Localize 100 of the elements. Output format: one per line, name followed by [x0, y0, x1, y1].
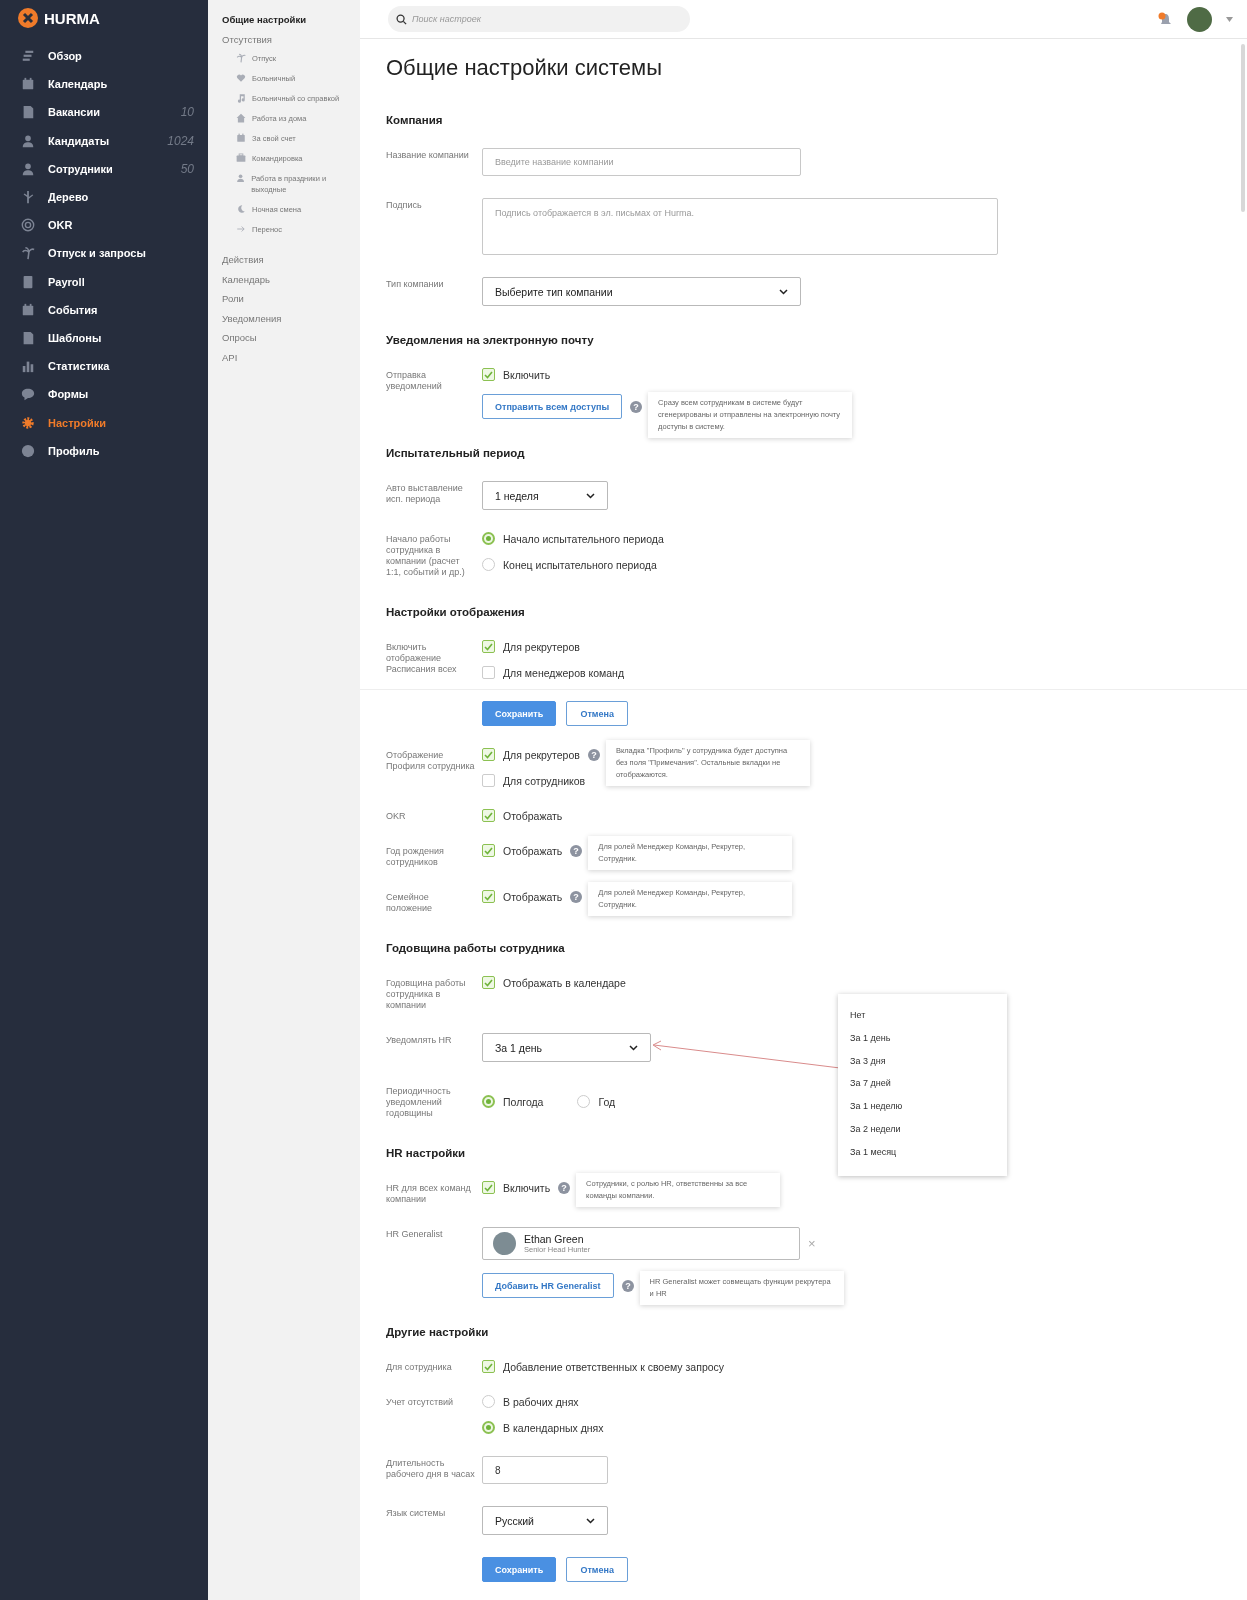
nav-item[interactable]: Отпуск и запросы	[0, 239, 208, 268]
settings-nav-item[interactable]: Уведомления	[222, 308, 354, 328]
count-label: 50	[180, 161, 194, 176]
checkbox-label[interactable]: Отображать	[503, 809, 563, 822]
section-title: Годовщина работы сотрудника	[386, 942, 565, 954]
settings-nav-item[interactable]: Отсутствия	[222, 29, 354, 49]
avatar	[493, 1232, 516, 1255]
field-label: Семейное положение	[386, 892, 432, 913]
chevron-down-icon	[629, 1044, 638, 1051]
checkbox-label[interactable]: Включить	[503, 368, 551, 381]
menu-item[interactable]: За 3 дня	[838, 1049, 1007, 1073]
nav-item[interactable]: Обзор	[0, 42, 208, 71]
button[interactable]: Отмена	[566, 1557, 629, 1582]
radio-label[interactable]: В календарных днях	[503, 1421, 604, 1434]
button[interactable]: Добавить HR Generalist	[482, 1273, 614, 1298]
settings-nav-item[interactable]: Календарь	[222, 269, 354, 289]
section-title: Настройки отображения	[386, 606, 525, 618]
speech-bubble-icon	[21, 387, 35, 402]
checkbox[interactable]	[482, 748, 495, 761]
radio-label[interactable]: Год	[598, 1095, 616, 1108]
dropdown[interactable]: За 1 день	[482, 1033, 651, 1062]
checkbox[interactable]	[482, 890, 495, 903]
radio-button[interactable]	[577, 1095, 591, 1108]
menu-item[interactable]: За 2 недели	[838, 1118, 1007, 1141]
checkbox[interactable]	[482, 1181, 495, 1194]
checkbox[interactable]	[482, 368, 495, 381]
nav-item[interactable]: События	[0, 295, 208, 324]
bell-icon[interactable]	[1157, 11, 1173, 27]
radio-button[interactable]	[482, 532, 495, 545]
menu-item[interactable]: За 7 дней	[838, 1072, 1007, 1096]
nav-item[interactable]: Дерево	[0, 182, 208, 212]
settings-nav-item[interactable]: Роли	[222, 289, 354, 309]
checkbox[interactable]	[482, 1360, 495, 1373]
nav-item[interactable]: Формы	[0, 380, 208, 409]
menu-item[interactable]: За 1 месяц	[838, 1140, 1007, 1164]
field-label: Отправка уведомлений	[386, 370, 442, 391]
button[interactable]: Отправить всем доступы	[482, 394, 623, 419]
palm-tree-icon	[21, 246, 35, 261]
nav-item[interactable]: Сотрудники 50	[0, 154, 208, 183]
heart-icon	[236, 73, 246, 83]
radio-button[interactable]	[482, 1395, 495, 1408]
radio-button[interactable]	[482, 1095, 495, 1108]
nav-item[interactable]: Настройки	[0, 408, 208, 437]
field-label: Уведомлять HR	[386, 1035, 452, 1045]
checkbox-label[interactable]: Отображать	[503, 890, 563, 903]
checkbox-label[interactable]: Для менеджеров команд	[503, 666, 624, 679]
checkbox[interactable]	[482, 844, 495, 857]
settings-nav-item[interactable]: Общие настройки	[222, 10, 354, 30]
radio-button[interactable]	[482, 558, 495, 571]
settings-nav-item[interactable]: Действия	[222, 250, 354, 270]
checkbox[interactable]	[482, 640, 495, 653]
menu-item[interactable]: Нет	[838, 1004, 1007, 1027]
menu-item[interactable]: За 1 неделю	[838, 1095, 1007, 1118]
nav-item[interactable]: OKR	[0, 211, 208, 240]
checkbox[interactable]	[482, 976, 495, 989]
dropdown[interactable]: 1 неделя	[482, 481, 608, 510]
radio-label[interactable]: Конец испытательного периода	[503, 558, 657, 571]
checkbox-label[interactable]: Для рекрутеров	[503, 640, 580, 653]
nav-item[interactable]: Вакансии 10	[0, 98, 208, 127]
checkbox-label[interactable]: Отображать в календаре	[503, 976, 626, 989]
radio-label[interactable]: В рабочих днях	[503, 1395, 579, 1408]
radio-label[interactable]: Начало испытательного периода	[503, 532, 664, 545]
settings-nav-item[interactable]: Опросы	[222, 328, 354, 348]
brand-name: HURMA	[44, 9, 100, 27]
field-label: Начало работы сотрудника в компании (расчет 1:1, событий и др.)	[386, 534, 465, 577]
nav-item[interactable]: Статистика	[0, 352, 208, 381]
field-label: Для сотрудника	[386, 1362, 452, 1372]
text-field[interactable]: 8	[482, 1456, 608, 1484]
scrollbar[interactable]	[1241, 44, 1245, 212]
person-icon	[21, 133, 35, 148]
caret-icon[interactable]	[1226, 16, 1233, 22]
nav-item[interactable]: Кандидаты 1024	[0, 126, 208, 155]
nav-item[interactable]: Профиль	[0, 436, 208, 465]
nav-item[interactable]: Календарь	[0, 70, 208, 99]
document-icon	[21, 105, 35, 120]
section-title: Другие настройки	[386, 1326, 489, 1338]
settings-nav-item[interactable]: API	[222, 347, 354, 367]
avatar[interactable]	[1187, 6, 1212, 32]
button[interactable]: Отмена	[566, 701, 629, 726]
checkbox-label[interactable]: Добавление ответственных к своему запросу	[503, 1360, 725, 1373]
field-label: Периодичность уведомлений годовщины	[386, 1086, 451, 1118]
checkbox-label[interactable]: Для рекрутеров	[503, 748, 580, 761]
checkbox[interactable]	[482, 666, 495, 679]
checkbox-label[interactable]: Для сотрудников	[503, 774, 586, 787]
nav-item[interactable]: Payroll	[0, 267, 208, 296]
checkbox[interactable]	[482, 809, 495, 822]
music-note-icon	[236, 93, 246, 103]
menu-item[interactable]: За 1 день	[838, 1026, 1007, 1050]
nav-item[interactable]: Шаблоны	[0, 323, 208, 353]
radio-button[interactable]	[482, 1421, 495, 1434]
checkbox-label[interactable]: Отображать	[503, 844, 563, 857]
target-icon	[21, 218, 35, 233]
dropdown[interactable]: Выберите тип компании	[482, 277, 801, 306]
checkbox-label[interactable]: Включить	[503, 1181, 551, 1194]
tree-icon	[21, 190, 35, 205]
moon-icon	[236, 204, 246, 214]
dropdown[interactable]: Русский	[482, 1506, 608, 1535]
radio-label[interactable]: Полгода	[503, 1095, 544, 1108]
checkbox[interactable]	[482, 774, 495, 787]
section-title: Уведомления на электронную почту	[386, 334, 594, 346]
